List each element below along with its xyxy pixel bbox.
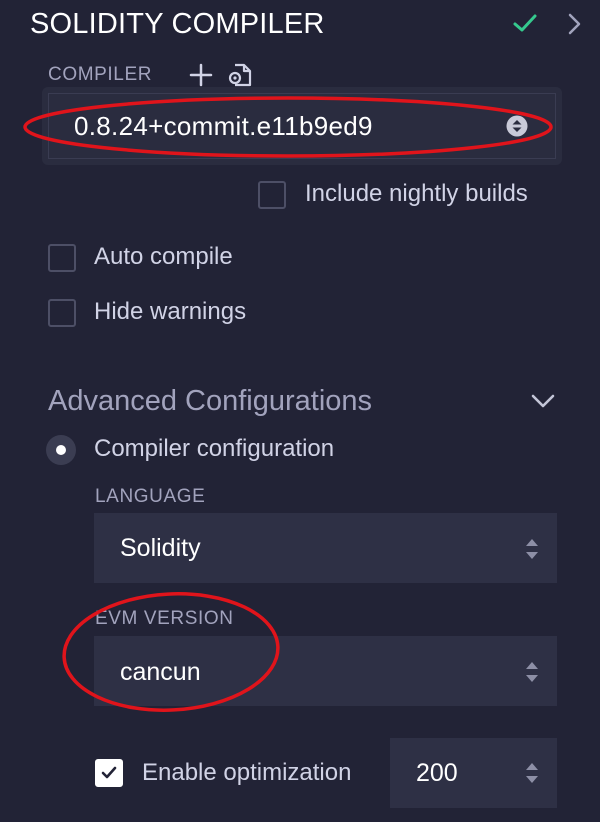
language-value: Solidity (120, 534, 201, 562)
select-updown-icon (506, 115, 528, 142)
hide-warnings-checkbox[interactable] (48, 299, 76, 327)
chevron-down-icon[interactable] (530, 392, 556, 415)
auto-compile-label[interactable]: Auto compile (94, 243, 233, 271)
advanced-configurations-title[interactable]: Advanced Configurations (48, 385, 372, 418)
chevron-right-icon[interactable] (566, 12, 584, 41)
enable-optimization-label[interactable]: Enable optimization (142, 759, 351, 787)
evm-version-label: EVM VERSION (95, 608, 234, 629)
compiler-version-value: 0.8.24+commit.e11b9ed9 (74, 111, 373, 141)
include-nightly-checkbox[interactable] (258, 181, 286, 209)
stepper-icon[interactable] (523, 760, 541, 791)
panel-title: SOLIDITY COMPILER (30, 8, 325, 40)
hide-warnings-label[interactable]: Hide warnings (94, 298, 246, 326)
compiler-label: COMPILER (48, 64, 153, 85)
auto-compile-checkbox[interactable] (48, 244, 76, 272)
language-label: LANGUAGE (95, 486, 206, 507)
evm-version-value: cancun (120, 658, 201, 686)
include-nightly-label[interactable]: Include nightly builds (305, 180, 528, 208)
enable-optimization-checkbox[interactable] (95, 759, 123, 787)
select-updown-icon (523, 659, 541, 690)
compiler-configuration-label[interactable]: Compiler configuration (94, 435, 334, 463)
select-updown-icon (523, 536, 541, 567)
compiler-configuration-radio[interactable] (46, 435, 76, 465)
check-icon (512, 10, 538, 41)
optimization-runs-value: 200 (416, 759, 458, 787)
